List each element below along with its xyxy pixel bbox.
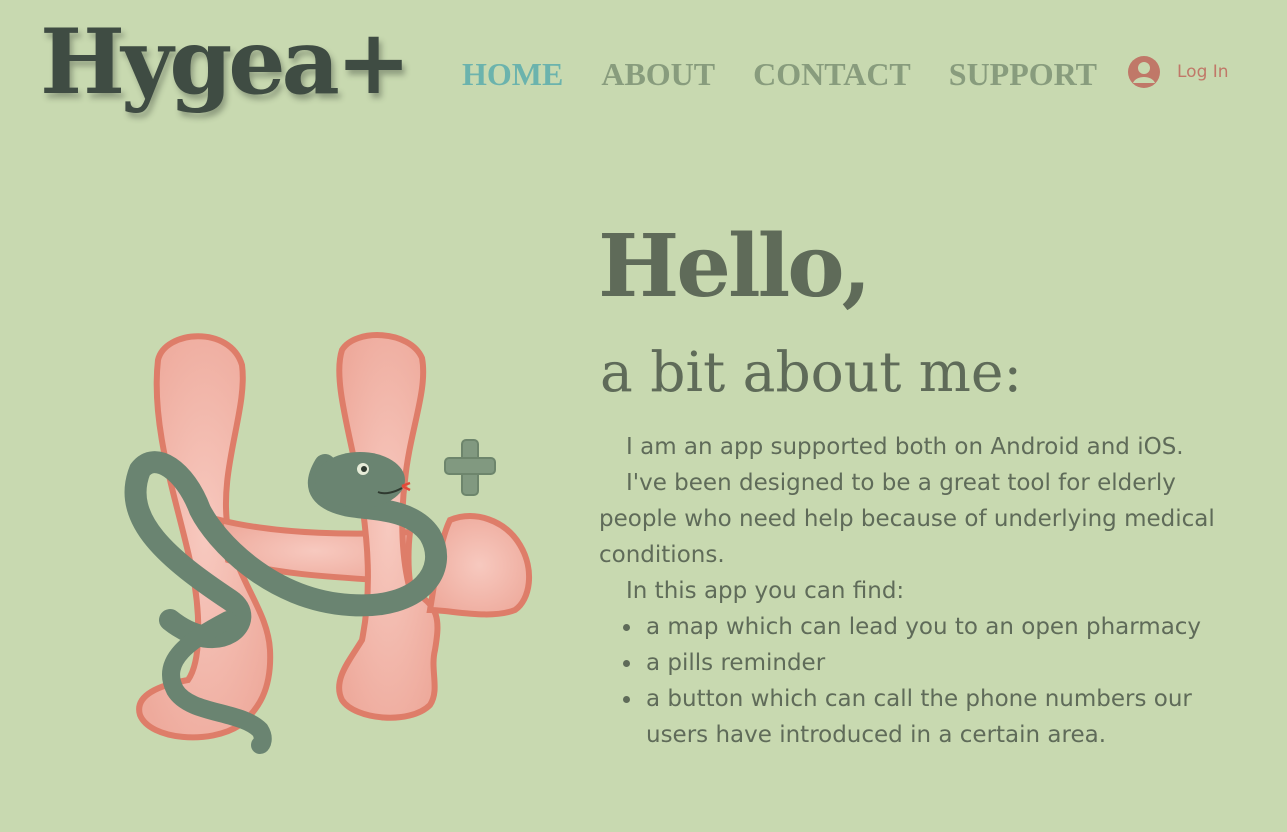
- nav-home[interactable]: HOME: [462, 58, 563, 90]
- login-button[interactable]: Log In: [1127, 55, 1229, 89]
- nav-contact[interactable]: CONTACT: [753, 58, 911, 90]
- plus-icon: [444, 439, 496, 496]
- description-paragraph: I've been designed to be a great tool fo…: [599, 470, 1215, 568]
- feature-item: a map which can lead you to an open phar…: [623, 609, 1229, 645]
- nav-support[interactable]: SUPPORT: [949, 58, 1097, 90]
- hero-title: Hello,: [598, 216, 872, 317]
- feature-list: a map which can lead you to an open phar…: [599, 609, 1229, 753]
- feature-item: a button which can call the phone number…: [623, 681, 1229, 753]
- snake-pupil: [361, 466, 367, 472]
- snake-head: [315, 452, 405, 508]
- user-avatar-icon: [1128, 56, 1160, 88]
- feature-item: a pills reminder: [623, 645, 1229, 681]
- hero-subtitle: a bit about me:: [600, 340, 1023, 404]
- intro-paragraph: I am an app supported both on Android an…: [626, 434, 1184, 460]
- brand-logo[interactable]: Hygea+: [40, 8, 411, 116]
- h-letter-with-snake-illustration: [124, 332, 533, 754]
- main-nav: HOME ABOUT CONTACT SUPPORT: [462, 58, 1135, 90]
- hero-body: I am an app supported both on Android an…: [599, 429, 1229, 753]
- login-label: Log In: [1177, 62, 1229, 82]
- nav-about[interactable]: ABOUT: [601, 58, 715, 90]
- features-intro: In this app you can find:: [626, 578, 905, 604]
